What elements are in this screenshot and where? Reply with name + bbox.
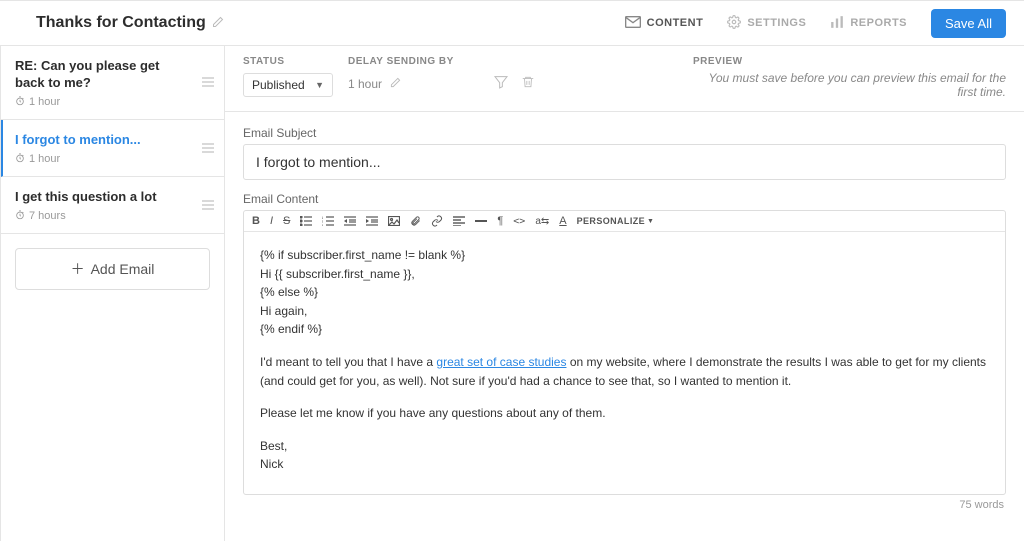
list-ul-icon[interactable] xyxy=(300,216,312,226)
text-color-icon[interactable]: A xyxy=(559,215,566,227)
body-line: Hi again, xyxy=(260,302,989,321)
sidebar-item[interactable]: RE: Can you please get back to me? 1 hou… xyxy=(1,46,224,120)
italic-icon[interactable]: I xyxy=(270,215,273,227)
gear-icon xyxy=(727,15,741,32)
status-label: STATUS xyxy=(243,56,348,67)
sidebar-item-label: RE: Can you please get back to me? xyxy=(15,58,210,92)
page-title: Thanks for Contacting xyxy=(36,14,206,32)
nav-settings-label: SETTINGS xyxy=(747,17,806,29)
bold-icon[interactable]: B xyxy=(252,215,260,227)
drag-handle-icon[interactable] xyxy=(202,77,214,87)
body-line: Please let me know if you have any quest… xyxy=(260,404,989,423)
nav-reports-label: REPORTS xyxy=(850,17,907,29)
strike-icon[interactable]: S xyxy=(283,215,290,227)
drag-handle-icon[interactable] xyxy=(202,143,214,153)
drag-handle-icon[interactable] xyxy=(202,200,214,210)
body-text: I'd meant to tell you that I have a xyxy=(260,355,436,369)
personalize-dropdown[interactable]: PERSONALIZE ▼ xyxy=(577,216,655,226)
sidebar-item-delay: 1 hour xyxy=(29,96,60,108)
funnel-icon[interactable] xyxy=(493,74,509,93)
sidebar-item-delay: 1 hour xyxy=(29,153,60,165)
sidebar-item-label: I forgot to mention... xyxy=(15,132,210,149)
editor: B I S 123 ¶ <> a⇆ xyxy=(243,210,1006,495)
list-ol-icon[interactable]: 123 xyxy=(322,216,334,226)
sidebar-item-label: I get this question a lot xyxy=(15,189,210,206)
add-email-label: Add Email xyxy=(91,261,155,277)
body-line: {% if subscriber.first_name != blank %} xyxy=(260,246,989,265)
align-icon[interactable] xyxy=(453,216,465,226)
delay-label: DELAY SENDING BY xyxy=(348,56,493,67)
case-studies-link[interactable]: great set of case studies xyxy=(436,355,566,369)
preview-label: PREVIEW xyxy=(693,56,743,67)
nav-content-label: CONTENT xyxy=(647,17,704,29)
attachment-icon[interactable] xyxy=(410,215,421,227)
image-icon[interactable] xyxy=(388,216,400,226)
status-value: Published xyxy=(252,78,305,92)
header-nav: CONTENT SETTINGS REPORTS Save All xyxy=(625,9,1006,38)
sidebar: RE: Can you please get back to me? 1 hou… xyxy=(0,46,225,541)
subject-label: Email Subject xyxy=(243,126,1006,140)
edit-title-icon[interactable] xyxy=(212,16,224,31)
sidebar-item[interactable]: I forgot to mention... 1 hour xyxy=(1,120,224,177)
delay-value: 1 hour xyxy=(348,77,382,91)
save-all-button[interactable]: Save All xyxy=(931,9,1006,38)
paragraph-icon[interactable]: ¶ xyxy=(497,215,503,227)
subject-input[interactable] xyxy=(243,144,1006,180)
word-count: 75 words xyxy=(243,495,1006,511)
link-icon[interactable] xyxy=(431,215,443,227)
main-panel: STATUS Published ▼ DELAY SENDING BY 1 ho… xyxy=(225,46,1024,541)
status-select[interactable]: Published ▼ xyxy=(243,73,333,97)
caret-down-icon: ▼ xyxy=(647,218,654,225)
editor-content[interactable]: {% if subscriber.first_name != blank %} … xyxy=(244,232,1005,494)
code-icon[interactable]: <> xyxy=(513,216,525,227)
edit-delay-icon[interactable] xyxy=(390,77,401,91)
personalize-label: PERSONALIZE xyxy=(577,216,645,226)
caret-down-icon: ▼ xyxy=(315,80,324,90)
clock-icon xyxy=(15,153,25,166)
clock-icon xyxy=(15,210,25,223)
nav-content[interactable]: CONTENT xyxy=(625,16,704,31)
envelope-icon xyxy=(625,16,641,31)
nav-settings[interactable]: SETTINGS xyxy=(727,15,806,32)
body-line: {% endif %} xyxy=(260,320,989,339)
outdent-icon[interactable] xyxy=(344,216,356,226)
add-email-button[interactable]: ＋ Add Email xyxy=(15,248,210,290)
sidebar-item-delay: 7 hours xyxy=(29,210,66,222)
header: Thanks for Contacting CONTENT SETTINGS xyxy=(0,1,1024,46)
body-line: Hi {{ subscriber.first_name }}, xyxy=(260,265,989,284)
preview-text: You must save before you can preview thi… xyxy=(693,71,1006,99)
content-label: Email Content xyxy=(243,192,1006,206)
indent-icon[interactable] xyxy=(366,216,378,226)
nav-reports[interactable]: REPORTS xyxy=(830,16,907,31)
trash-icon[interactable] xyxy=(521,74,535,93)
editor-toolbar: B I S 123 ¶ <> a⇆ xyxy=(244,211,1005,232)
clear-format-icon[interactable]: a⇆ xyxy=(535,216,549,227)
plus-icon: ＋ xyxy=(71,259,85,279)
hr-icon[interactable] xyxy=(475,219,487,223)
sidebar-item[interactable]: I get this question a lot 7 hours xyxy=(1,177,224,234)
svg-text:3: 3 xyxy=(322,223,324,226)
body-line: Best, xyxy=(260,437,989,456)
body-line: {% else %} xyxy=(260,283,989,302)
body-line: Nick xyxy=(260,455,989,474)
bar-chart-icon xyxy=(830,16,844,31)
clock-icon xyxy=(15,96,25,109)
